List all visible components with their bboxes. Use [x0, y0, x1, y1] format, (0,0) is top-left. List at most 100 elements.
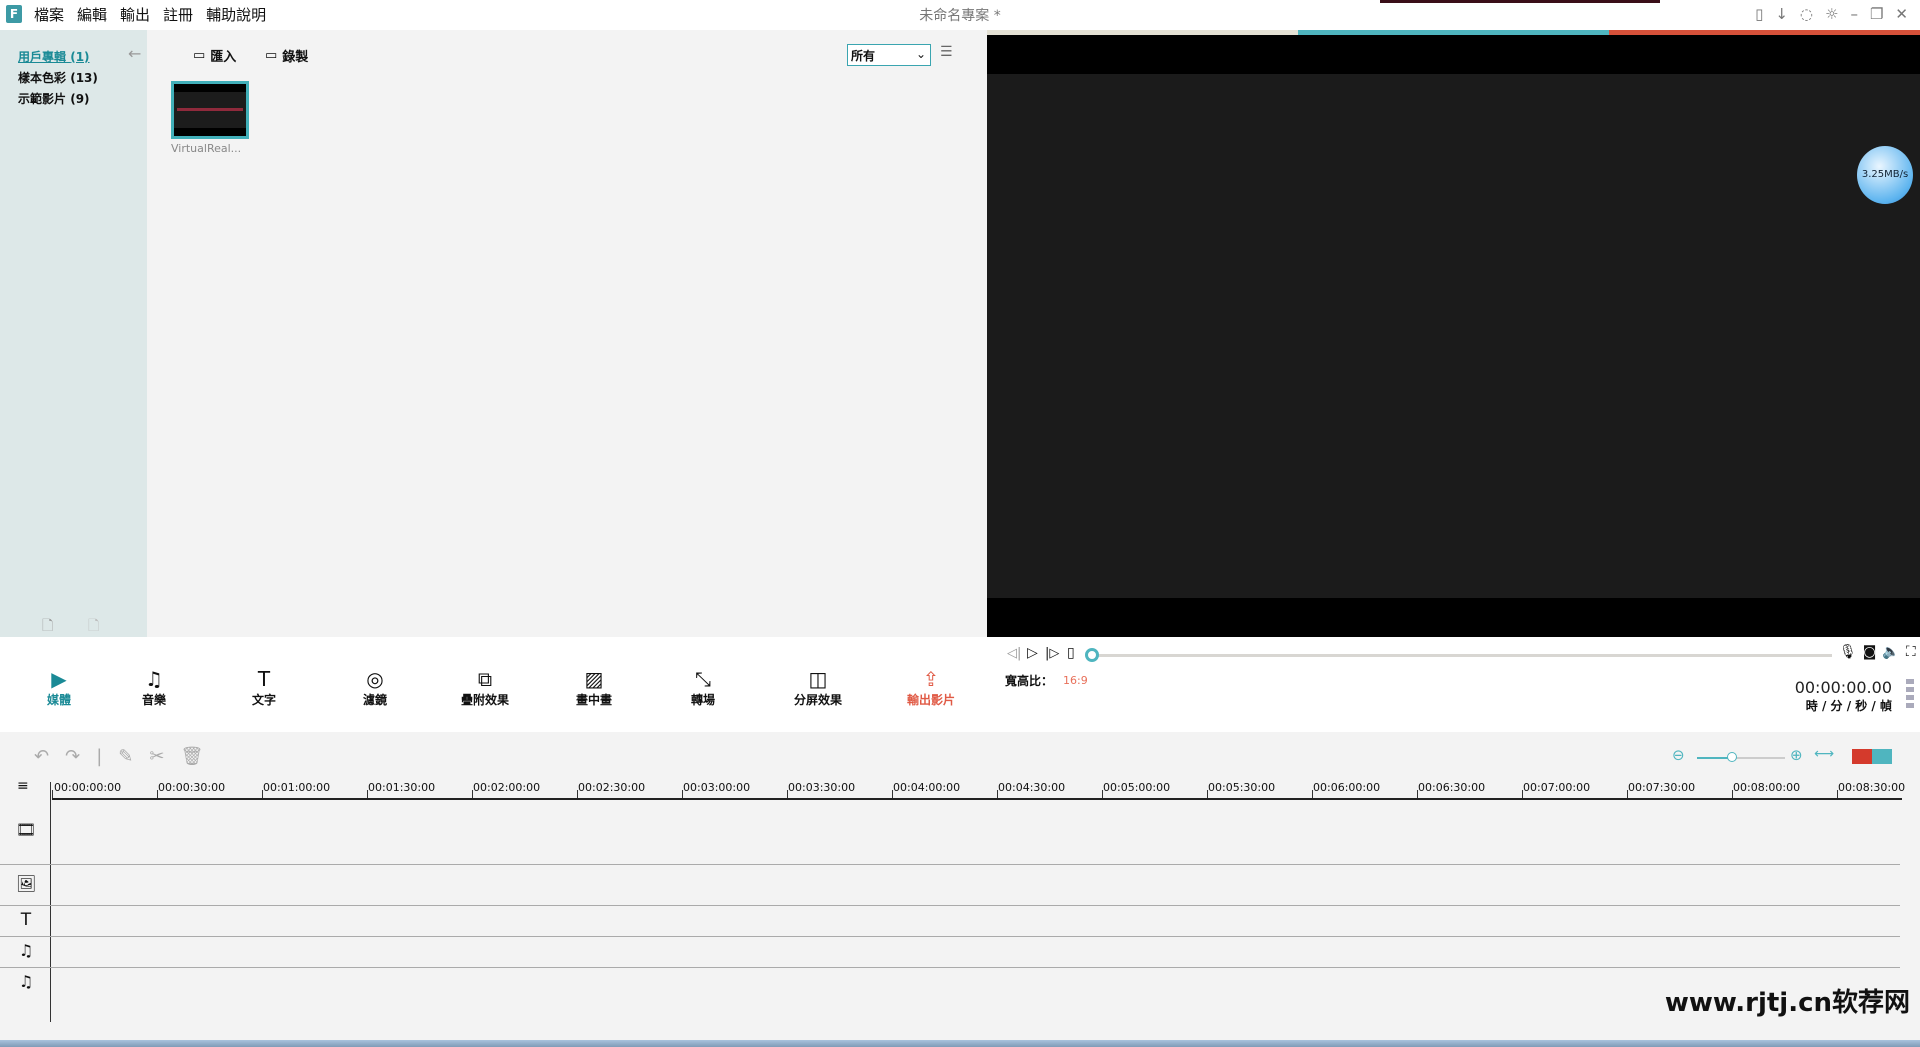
tool-label: 輸出影片	[906, 693, 955, 707]
volume-icon[interactable]: 🔈	[1882, 644, 1899, 660]
import-button[interactable]: ▭ 匯入	[193, 46, 236, 65]
media-thumbnail[interactable]	[171, 81, 249, 139]
music-track-icon: ♫	[18, 941, 34, 960]
progress-handle[interactable]	[1085, 648, 1099, 662]
progress-track[interactable]	[1092, 654, 1832, 657]
tool-label: 疊附效果	[460, 693, 509, 707]
add-track-icon[interactable]: ≡	[17, 778, 29, 794]
track-divider	[0, 967, 1900, 968]
trash-icon[interactable]: 🗑	[180, 746, 203, 767]
zoom-slider[interactable]	[1697, 757, 1785, 759]
collapse-arrow-icon[interactable]: ←	[128, 44, 141, 63]
tool-label: 文字	[251, 693, 276, 707]
feedback-icon[interactable]: ◌	[1800, 5, 1813, 23]
ruler-label: 00:05:30:00	[1208, 781, 1276, 794]
ruler-label: 00:07:00:00	[1523, 781, 1591, 794]
prev-frame-icon[interactable]: ◁|	[1007, 646, 1021, 661]
menu-register[interactable]: 註冊	[163, 4, 193, 25]
tool-3[interactable]: ◎ 濾鏡	[335, 667, 415, 708]
camera-icon: ▭	[265, 48, 278, 63]
next-frame-icon[interactable]: |▷	[1045, 646, 1059, 661]
marker-button[interactable]	[1852, 749, 1872, 764]
list-view-icon[interactable]: ☰	[940, 44, 953, 60]
count: (13)	[70, 71, 98, 85]
drag-handle[interactable]	[1906, 679, 1914, 711]
top-strip	[1380, 0, 1660, 3]
menu-help[interactable]: 輔助說明	[206, 4, 266, 25]
ruler-label: 00:00:00:00	[54, 781, 122, 794]
record-label: 錄製	[282, 50, 309, 65]
grid-button[interactable]	[1872, 749, 1892, 764]
timecode-units: 時 / 分 / 秒 / 幀	[1805, 699, 1892, 713]
scissors-icon[interactable]: ✂	[149, 746, 164, 767]
tool-4[interactable]: ⧉ 疊附效果	[445, 667, 525, 708]
playback-controls: ◁| ▷ |▷ ▯ 🎙 ◙ 🔈 ⛶ 寬高比： 16:9 00:00:00.00 …	[987, 637, 1920, 732]
tool-0[interactable]: ▶ 媒體	[19, 667, 99, 708]
fullscreen-icon[interactable]: ⛶	[1906, 644, 1916, 660]
snapshot-icon[interactable]: ◙	[1863, 644, 1877, 660]
pip-track-icon: 🖼	[16, 874, 37, 893]
menu-file[interactable]: 檔案	[34, 4, 64, 25]
zoom-in-icon[interactable]: ⊕	[1790, 746, 1803, 764]
record-button[interactable]: ▭ 錄製	[265, 46, 308, 65]
tool-6[interactable]: ⤡ 轉場	[663, 667, 743, 708]
delete-folder-icon[interactable]: 🗋	[88, 615, 99, 639]
tool-8[interactable]: ⇪ 輸出影片	[891, 667, 971, 708]
media-name: VirtualReal...	[171, 142, 242, 155]
restore-icon[interactable]: ❐	[1870, 5, 1883, 23]
ruler-label: 00:06:30:00	[1418, 781, 1486, 794]
stop-icon[interactable]: ▯	[1067, 645, 1075, 661]
theme-icon[interactable]: ☼	[1825, 5, 1838, 23]
tool-label: 媒體	[46, 693, 71, 707]
ruler-label: 00:02:00:00	[473, 781, 541, 794]
tool-5[interactable]: ▨ 畫中畫	[554, 667, 634, 708]
divider: |	[96, 746, 103, 767]
tool-1[interactable]: ♫ 音樂	[114, 667, 194, 708]
menu-export[interactable]: 輸出	[120, 4, 150, 25]
save-icon[interactable]: ▯	[1755, 5, 1763, 23]
count: (9)	[70, 92, 90, 106]
tool-label: 音樂	[141, 693, 166, 707]
preview-player: 3.25MB/s	[987, 30, 1920, 637]
label: 示範影片	[18, 92, 67, 106]
fit-icon[interactable]: ⟷	[1814, 746, 1834, 762]
title-bar: F 檔案 編輯 輸出 註冊 輔助說明 未命名專案 * ▯ ↓ ◌ ☼ – ❐ ✕	[0, 0, 1920, 30]
microphone-icon[interactable]: 🎙	[1839, 644, 1857, 660]
music-track-icon: ♫	[18, 972, 34, 991]
zoom-out-icon[interactable]: ⊖	[1672, 746, 1685, 764]
menu-bar: 檔案 編輯 輸出 註冊 輔助說明	[34, 4, 266, 25]
speed-badge[interactable]: 3.25MB/s	[1857, 146, 1913, 204]
aspect-value[interactable]: 16:9	[1063, 674, 1088, 687]
undo-icon[interactable]: ↶	[34, 746, 49, 767]
tool-icon: ◎	[366, 667, 384, 691]
playhead[interactable]	[50, 782, 51, 1022]
timeline: ↶ ↷ | ✎ ✂ 🗑 ⊖ ⊕ ⟷ ≡ 00:00:00:00 00:00:30:…	[0, 732, 1920, 1040]
timecode: 00:00:00.00	[1794, 678, 1892, 697]
sidebar-item-sample-colors[interactable]: 樣本色彩 (13)	[18, 69, 98, 86]
edit-icon[interactable]: ✎	[118, 746, 133, 767]
add-folder-icon[interactable]: 🗋	[42, 615, 53, 639]
menu-edit[interactable]: 編輯	[77, 4, 107, 25]
redo-icon[interactable]: ↷	[65, 746, 80, 767]
aspect-label: 寬高比：	[1005, 674, 1054, 688]
sidebar-item-user-album[interactable]: 用戶專輯 (1)	[18, 48, 90, 65]
watermark: www.rjtj.cn软荐网	[1664, 988, 1910, 1018]
sidebar-item-demo-videos[interactable]: 示範影片 (9)	[18, 90, 90, 107]
track-divider	[0, 936, 1900, 937]
zoom-handle[interactable]	[1727, 752, 1738, 762]
tool-icon: ◫	[808, 667, 828, 691]
ruler-label: 00:01:30:00	[368, 781, 436, 794]
close-icon[interactable]: ✕	[1895, 5, 1908, 23]
minimize-icon[interactable]: –	[1850, 5, 1858, 23]
filter-select[interactable]: 所有 ⌄	[847, 44, 931, 66]
tool-icon: ♫	[145, 667, 163, 691]
ruler-label: 00:04:00:00	[893, 781, 961, 794]
thumbnail-content	[177, 108, 243, 111]
download-icon[interactable]: ↓	[1775, 5, 1788, 23]
tool-7[interactable]: ◫ 分屏效果	[778, 667, 858, 708]
play-icon[interactable]: ▷	[1027, 645, 1038, 661]
ruler-label: 00:01:00:00	[263, 781, 331, 794]
tool-2[interactable]: T 文字	[224, 667, 304, 708]
tool-icon: T	[257, 667, 271, 691]
filter-value: 所有	[851, 49, 876, 63]
